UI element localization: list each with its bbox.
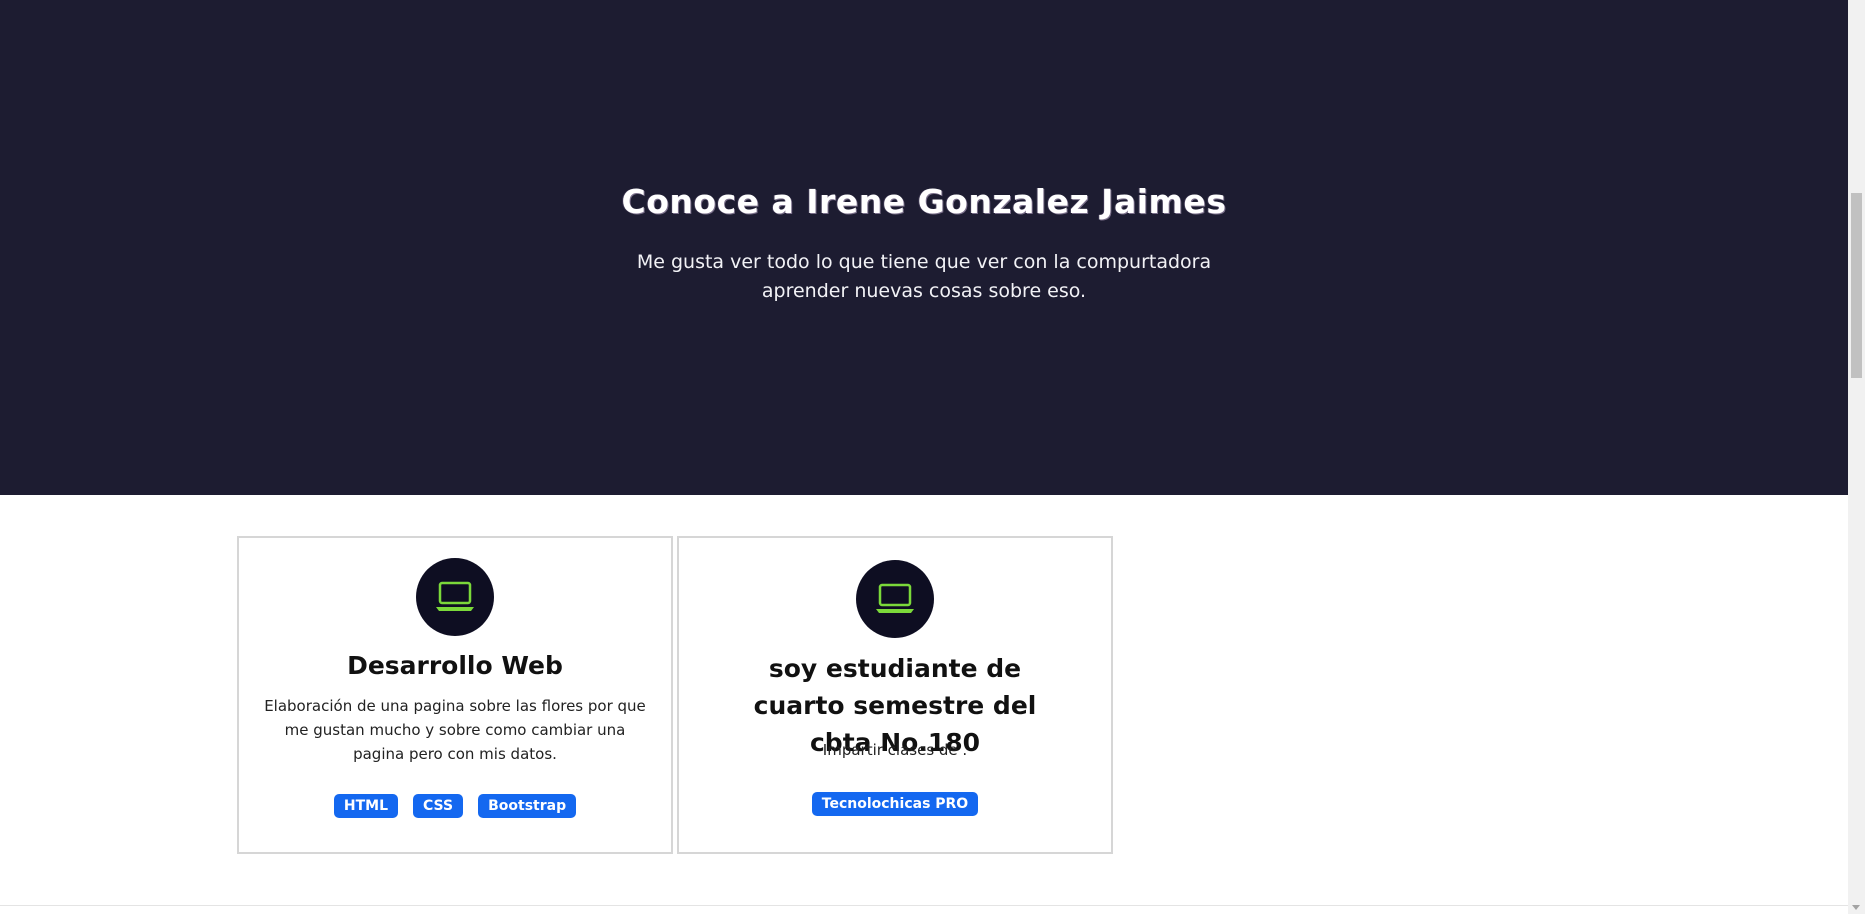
laptop-icon: [416, 558, 494, 636]
scroll-down-arrow-icon[interactable]: [1852, 905, 1860, 910]
card-text: Impartir clases de .: [822, 741, 968, 759]
card-web-development: Desarrollo Web Elaboración de una pagina…: [237, 536, 673, 854]
hero-title: Conoce a Irene Gonzalez Jaimes: [621, 182, 1227, 221]
page: Conoce a Irene Gonzalez Jaimes Me gusta …: [0, 0, 1865, 914]
scrollbar-thumb[interactable]: [1851, 193, 1862, 378]
badge-list: HTML CSS Bootstrap: [239, 794, 671, 818]
laptop-icon: [856, 560, 934, 638]
section-divider: [0, 905, 1848, 906]
badge-bootstrap: Bootstrap: [478, 794, 577, 818]
hero-description: Me gusta ver todo lo que tiene que ver c…: [636, 251, 1212, 302]
badge-css: CSS: [413, 794, 464, 818]
card-title: Desarrollo Web: [347, 651, 563, 680]
badge-tecnolochicas: Tecnolochicas PRO: [811, 792, 979, 816]
badge-html: HTML: [333, 794, 399, 818]
vertical-scrollbar[interactable]: [1848, 0, 1865, 914]
card-text: Elaboración de una pagina sobre las flor…: [264, 697, 646, 763]
hero-section: Conoce a Irene Gonzalez Jaimes Me gusta …: [0, 0, 1848, 495]
badge-list: Tecnolochicas PRO: [679, 792, 1111, 816]
card-student: soy estudiante de cuarto semestre del cb…: [677, 536, 1113, 854]
